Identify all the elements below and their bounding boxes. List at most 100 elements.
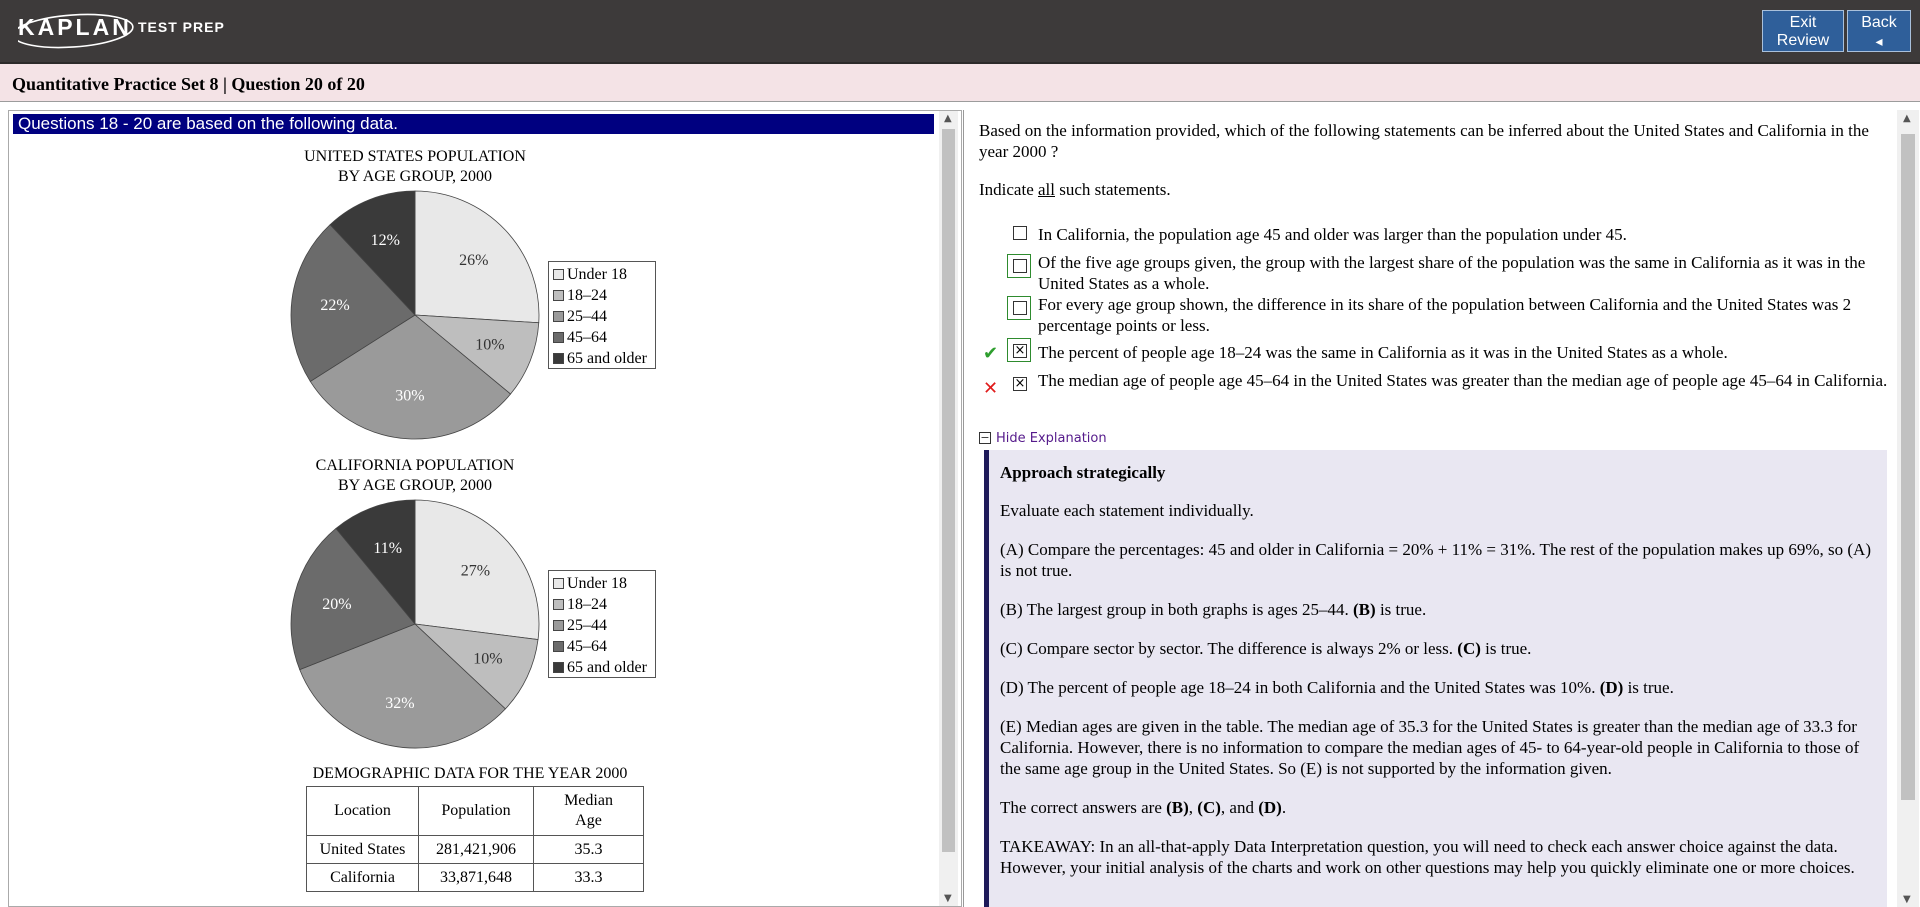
legend-item-65-older: 65 and older (553, 348, 649, 369)
legend-swatch (553, 577, 564, 589)
checkbox[interactable] (1013, 259, 1027, 273)
answer-choice-e[interactable]: × The median age of people age 45–64 in … (1013, 370, 1893, 412)
indicate-suffix: such statements. (1055, 180, 1171, 199)
answer-choice-b[interactable]: Of the five age groups given, the group … (1007, 252, 1893, 294)
legend-label: 45–64 (567, 638, 607, 655)
pie-data-label: 12% (371, 232, 400, 249)
answer-choice-a[interactable]: In California, the population age 45 and… (1013, 224, 1893, 246)
question-stem: Based on the information provided, which… (979, 121, 1869, 161)
back-button[interactable]: Back ◂ (1847, 10, 1911, 52)
explanation-b-text: (B) The largest group in both graphs is … (1000, 600, 1354, 619)
question-scroll-thumb[interactable] (1901, 134, 1915, 800)
us-chart-title-line1: UNITED STATES POPULATION (304, 148, 526, 165)
age-label: Age (575, 812, 602, 829)
top-bar: KAPLAN TEST PREP Exit Review Back ◂ (0, 0, 1920, 62)
exit-review-line2: Review (1776, 32, 1830, 49)
explanation-c: (C) Compare sector by sector. The differ… (1000, 638, 1877, 659)
checkbox[interactable] (1013, 226, 1027, 240)
stimulus-scroll-thumb[interactable] (942, 129, 955, 852)
brand-subtext: TEST PREP (138, 19, 225, 35)
answer-b: (B) (1166, 798, 1189, 817)
exit-review-line1: Exit (1789, 14, 1817, 31)
us-chart-title: UNITED STATES POPULATION BY AGE GROUP, 2… (255, 147, 575, 187)
hide-explanation-toggle[interactable]: − Hide Explanation (979, 431, 1107, 446)
us-legend: Under 18 18–24 25–44 45–64 65 and older (548, 261, 656, 369)
stimulus-scrollbar[interactable]: ▲ ▼ (939, 111, 958, 906)
legend-item-under-18: Under 18 (553, 264, 649, 285)
checkbox[interactable] (1013, 301, 1027, 315)
table-header-row: Location Population Median Age (306, 786, 644, 836)
explanation-d-bold: (D) (1599, 678, 1624, 697)
explanation-c-text: (C) Compare sector by sector. The differ… (1000, 639, 1458, 658)
table-cell-location: United States (306, 835, 419, 864)
pie-data-label: 22% (320, 297, 349, 314)
checkbox-checked[interactable]: × (1013, 344, 1027, 358)
answers-sep2: , and (1220, 798, 1259, 817)
explanation-heading: Approach strategically (1000, 463, 1166, 482)
explanation-d-end: is true. (1623, 678, 1674, 697)
table-header-median-age: Median Age (533, 786, 644, 836)
exit-review-button[interactable]: Exit Review (1762, 10, 1844, 52)
scroll-up-icon[interactable]: ▲ (944, 113, 952, 124)
scroll-up-icon[interactable]: ▲ (1903, 113, 1911, 124)
answer-choice-d[interactable]: × The percent of people age 18–24 was th… (1007, 338, 1893, 364)
table-header-population: Population (418, 786, 534, 836)
correct-answers: The correct answers are (B), (C), and (D… (1000, 797, 1877, 818)
table-cell-population: 33,871,648 (418, 863, 534, 892)
legend-label: 25–44 (567, 308, 607, 325)
legend-label: 65 and older (567, 659, 647, 676)
pie-data-label: 32% (385, 695, 414, 712)
legend-label: Under 18 (567, 575, 627, 592)
demographic-table: Location Population Median Age United St… (306, 786, 644, 892)
legend-swatch (553, 619, 564, 631)
hide-explanation-label: Hide Explanation (996, 431, 1107, 446)
brand-text: KAPLAN (18, 14, 132, 40)
explanation-c-end: is true. (1480, 639, 1532, 658)
incorrect-x-icon: ✕ (983, 378, 999, 399)
explanation-d-text: (D) The percent of people age 18–24 in b… (1000, 678, 1600, 697)
explanation-c-bold: (C) (1457, 639, 1481, 658)
table-header-location: Location (306, 786, 419, 836)
choice-text: In California, the population age 45 and… (1038, 225, 1627, 244)
legend-item-65-older: 65 and older (553, 657, 649, 678)
legend-swatch (553, 331, 564, 343)
pie-data-label: 27% (461, 563, 490, 580)
choice-text: For every age group shown, the differenc… (1038, 295, 1852, 335)
legend-swatch (553, 640, 564, 652)
takeaway: TAKEAWAY: In an all-that-apply Data Inte… (1000, 837, 1855, 877)
answer-c: (C) (1197, 798, 1221, 817)
explanation-d: (D) The percent of people age 18–24 in b… (1000, 677, 1877, 698)
legend-item-18-24: 18–24 (553, 285, 649, 306)
pie-data-label: 11% (373, 540, 402, 557)
explanation-b-bold: (B) (1353, 600, 1376, 619)
median-label: Median (564, 792, 613, 809)
legend-swatch (553, 598, 564, 610)
legend-item-25-44: 25–44 (553, 615, 649, 636)
answer-choice-c[interactable]: For every age group shown, the differenc… (1007, 294, 1893, 336)
checkbox-checked[interactable]: × (1013, 377, 1027, 391)
question-scrollbar[interactable]: ▲ ▼ (1897, 110, 1919, 907)
ca-chart-title-line2: BY AGE GROUP, 2000 (337, 477, 493, 494)
legend-label: Under 18 (567, 266, 627, 283)
back-label: Back (1861, 14, 1897, 31)
choice-text: The median age of people age 45–64 in th… (1038, 371, 1888, 390)
scroll-down-icon[interactable]: ▼ (1903, 894, 1911, 905)
table-cell-location: California (306, 863, 419, 892)
legend-item-under-18: Under 18 (553, 573, 649, 594)
legend-item-25-44: 25–44 (553, 306, 649, 327)
legend-label: 18–24 (567, 596, 607, 613)
legend-swatch (553, 661, 564, 673)
legend-swatch (553, 268, 564, 280)
table-title: DEMOGRAPHIC DATA FOR THE YEAR 2000 (312, 765, 628, 782)
back-arrow-icon: ◂ (1875, 33, 1883, 49)
question-title: Quantitative Practice Set 8 | Question 2… (12, 74, 365, 94)
scroll-down-icon[interactable]: ▼ (944, 893, 952, 904)
ca-pie-chart: 27% 10% 32% 20% 11% (290, 499, 540, 749)
legend-item-18-24: 18–24 (553, 594, 649, 615)
table-cell-population: 281,421,906 (418, 835, 534, 864)
table-row: United States 281,421,906 35.3 (306, 835, 644, 864)
choice-text: The percent of people age 18–24 was the … (1038, 343, 1728, 362)
table-cell-median-age: 35.3 (533, 835, 644, 864)
kaplan-logo: KAPLAN TEST PREP (18, 12, 228, 50)
choice-text: Of the five age groups given, the group … (1038, 253, 1866, 293)
